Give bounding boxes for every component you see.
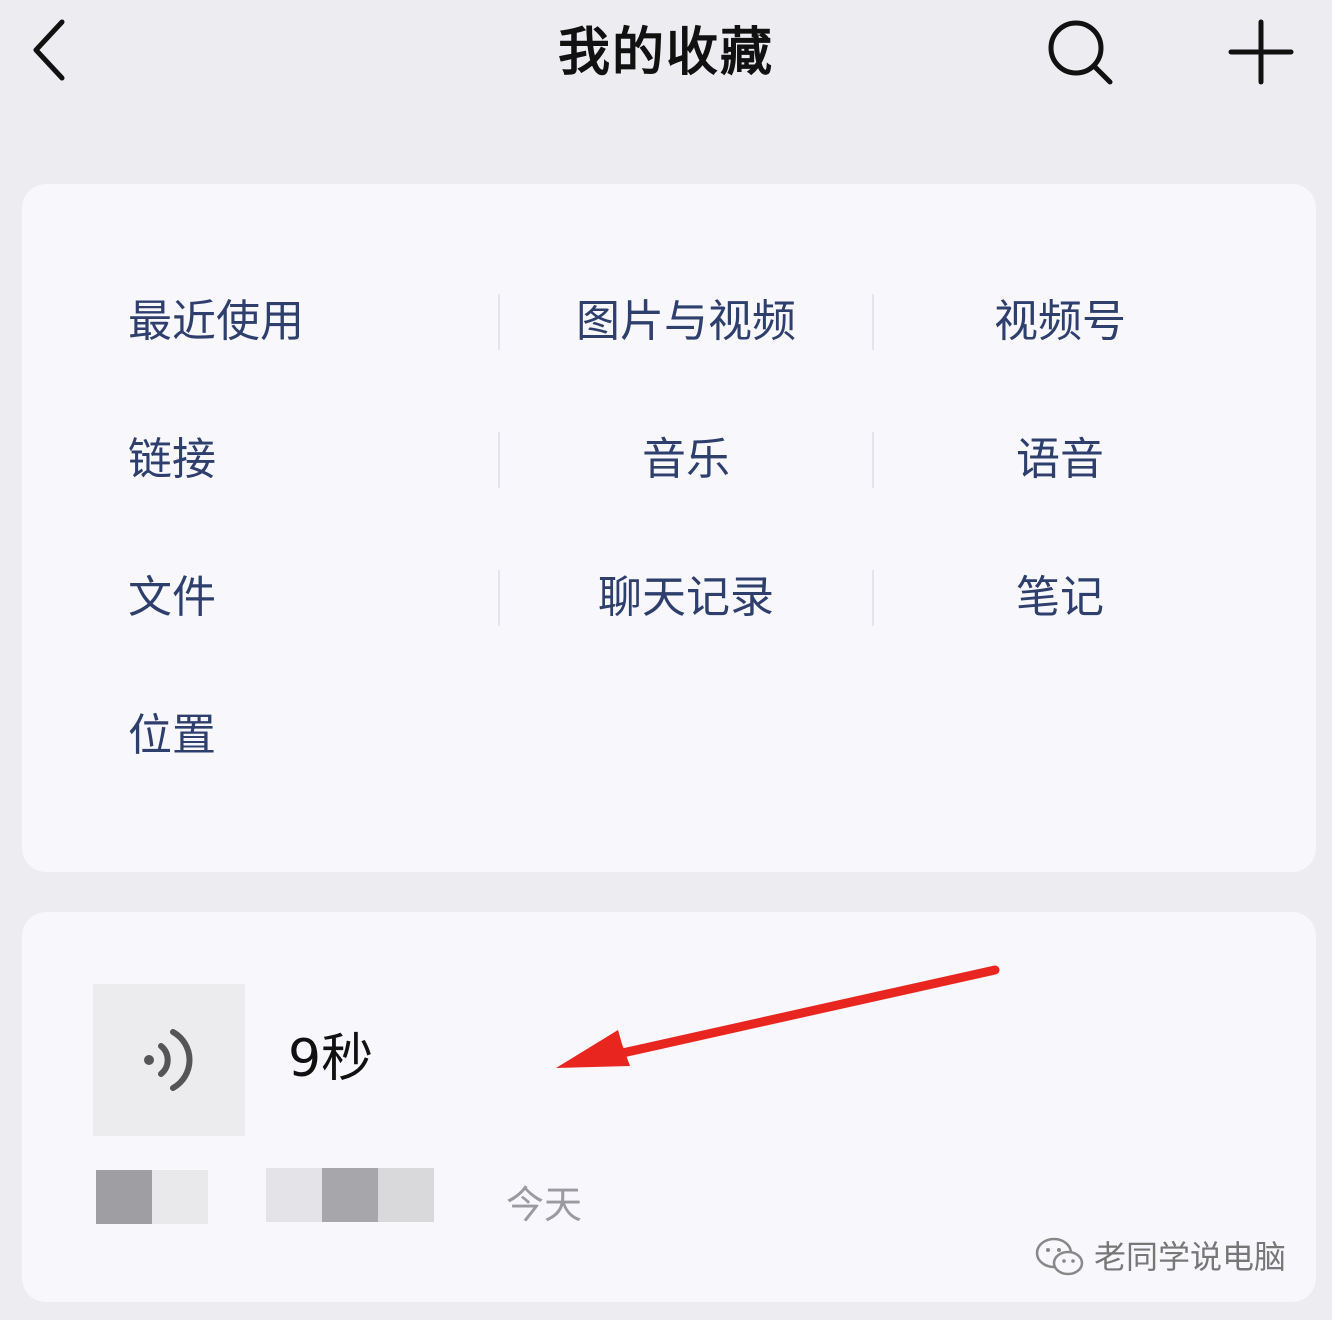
watermark-text: 老同学说电脑: [1094, 1238, 1287, 1276]
annotation-arrow-icon: [556, 965, 1000, 1068]
category-music[interactable]: 音乐: [500, 430, 872, 490]
category-images-videos[interactable]: 图片与视频: [500, 292, 872, 352]
category-recent[interactable]: 最近使用: [128, 292, 304, 352]
category-channels[interactable]: 视频号: [874, 292, 1246, 352]
search-button[interactable]: [1044, 16, 1116, 88]
category-grid: 最近使用 图片与视频 视频号 链接 音乐 语音 文件 聊天记录 笔记 位置: [22, 184, 1316, 872]
page-title: 我的收藏: [557, 23, 774, 83]
source-name: [322, 1168, 378, 1222]
item-date: 今天: [506, 1183, 583, 1227]
category-links[interactable]: 链接: [128, 430, 216, 490]
voice-thumbnail: [93, 984, 245, 1136]
search-icon: [1048, 20, 1113, 85]
source-name: [378, 1168, 434, 1222]
category-voice[interactable]: 语音: [874, 430, 1246, 490]
favorites-screen: 我的收藏 最近使用 图片与视频 视频号 链接 音乐 语音 文件 聊天记录 笔记 …: [0, 0, 1332, 1320]
nav-bar: 我的收藏: [0, 0, 1332, 110]
source-avatar: [96, 1170, 152, 1224]
source-avatar: [152, 1170, 208, 1224]
category-notes[interactable]: 笔记: [874, 568, 1246, 628]
wechat-logo-icon: [1035, 1237, 1084, 1276]
watermark: 老同学说电脑: [1034, 1234, 1286, 1280]
source-name: [266, 1168, 322, 1222]
add-button[interactable]: [1226, 18, 1296, 86]
plus-icon: [1228, 19, 1294, 85]
category-files[interactable]: 文件: [128, 568, 216, 628]
voice-duration: 9秒: [288, 1029, 374, 1089]
category-chat-history[interactable]: 聊天记录: [500, 568, 872, 628]
category-location[interactable]: 位置: [128, 706, 216, 766]
voice-icon: [144, 1029, 193, 1091]
